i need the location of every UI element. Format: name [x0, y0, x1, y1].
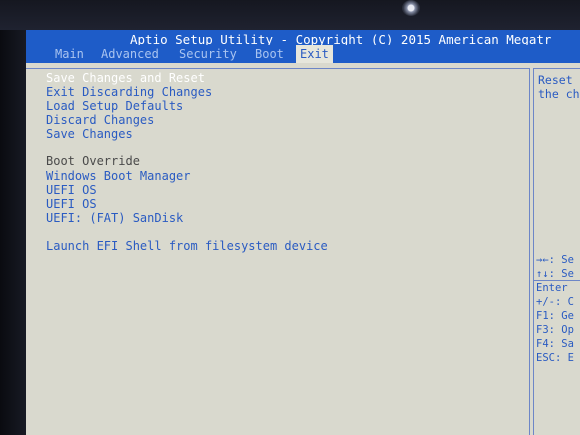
key-hint-esc: ESC: E — [536, 352, 574, 364]
menu-item-save-changes[interactable]: Save Changes — [46, 127, 133, 141]
key-hint-f3: F3: Op — [536, 324, 574, 336]
laptop-bezel-left — [0, 30, 26, 435]
key-hint-change-option: +/-: C — [536, 296, 574, 308]
key-hint-select-screen: →←: Se — [536, 254, 574, 266]
key-hint-f1: F1: Ge — [536, 310, 574, 322]
key-hint-f4: F4: Sa — [536, 338, 574, 350]
content-area: Save Changes and Reset Exit Discarding C… — [26, 63, 580, 435]
boot-item-windows-boot-manager[interactable]: Windows Boot Manager — [46, 169, 191, 183]
tab-main[interactable]: Main — [55, 45, 84, 63]
boot-item-uefi-fat-sandisk[interactable]: UEFI: (FAT) SanDisk — [46, 211, 183, 225]
boot-override-heading: Boot Override — [46, 154, 140, 168]
menu-item-launch-efi-shell[interactable]: Launch EFI Shell from filesystem device — [46, 239, 328, 253]
menu-item-save-changes-and-reset[interactable]: Save Changes and Reset — [46, 71, 205, 85]
tab-security[interactable]: Security — [179, 45, 237, 63]
laptop-bezel-top — [0, 0, 580, 30]
boot-item-uefi-os-1[interactable]: UEFI OS — [46, 183, 97, 197]
help-text-line-1: Reset — [538, 73, 573, 87]
key-hint-select-item: ↑↓: Se — [536, 268, 574, 280]
help-text-line-2: the ch — [538, 87, 580, 101]
tab-advanced[interactable]: Advanced — [101, 45, 159, 63]
tab-boot[interactable]: Boot — [255, 45, 284, 63]
menu-item-load-setup-defaults[interactable]: Load Setup Defaults — [46, 99, 183, 113]
help-divider — [533, 280, 580, 281]
menu-item-exit-discarding-changes[interactable]: Exit Discarding Changes — [46, 85, 212, 99]
bios-screen: Aptio Setup Utility - Copyright (C) 2015… — [26, 30, 580, 435]
help-panel — [533, 68, 580, 435]
boot-item-uefi-os-2[interactable]: UEFI OS — [46, 197, 97, 211]
menu-item-discard-changes[interactable]: Discard Changes — [46, 113, 154, 127]
webcam-icon — [402, 0, 420, 16]
tab-bar: Main Advanced Security Boot Exit — [26, 45, 580, 63]
tab-exit[interactable]: Exit — [296, 45, 333, 63]
key-hint-enter: Enter — [536, 282, 568, 294]
